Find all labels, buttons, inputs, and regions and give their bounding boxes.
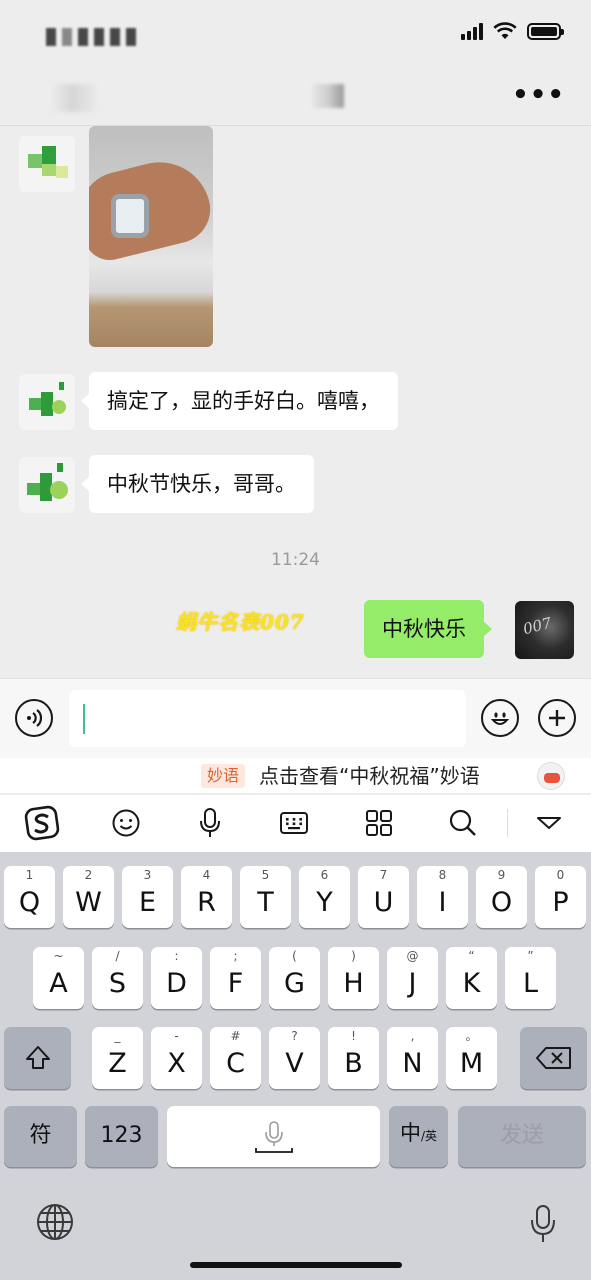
key-h[interactable]: ) H xyxy=(328,947,379,1009)
shift-icon xyxy=(26,1046,50,1069)
contact-avatar[interactable] xyxy=(19,374,75,430)
key-f[interactable]: ; F xyxy=(210,947,261,1009)
toolbar-divider xyxy=(507,809,508,837)
add-attachment-button[interactable] xyxy=(538,699,576,737)
key-c[interactable]: # C xyxy=(210,1027,261,1089)
key-o[interactable]: 9O xyxy=(476,866,527,928)
backspace-icon xyxy=(536,1047,571,1069)
home-indicator xyxy=(190,1262,402,1268)
my-message-bubble[interactable]: 中秋快乐 xyxy=(364,600,492,658)
contact-avatar[interactable] xyxy=(19,136,75,192)
emoji-button[interactable] xyxy=(481,699,519,737)
key-s[interactable]: / S xyxy=(92,947,143,1009)
key-m[interactable]: 。 M xyxy=(446,1027,497,1089)
key-k[interactable]: “K xyxy=(446,947,497,1009)
status-bar xyxy=(0,0,591,70)
shift-key[interactable] xyxy=(4,1027,71,1089)
globe-icon[interactable] xyxy=(35,1202,75,1246)
key-d[interactable]: :D xyxy=(151,947,202,1009)
sender-signature: 蜗牛名表007 xyxy=(176,610,305,634)
voice-space-icon xyxy=(255,1121,293,1153)
chat-header: ••• xyxy=(0,70,591,126)
back-button-blurred[interactable] xyxy=(48,84,96,112)
message-bubble[interactable]: 中秋节快乐，哥哥。 xyxy=(81,455,314,513)
key-u[interactable]: 7U xyxy=(358,866,409,928)
message-input[interactable] xyxy=(69,690,466,747)
symbol-key[interactable]: 符 xyxy=(4,1106,77,1167)
send-key[interactable]: 发送 xyxy=(458,1106,586,1167)
watch-photo xyxy=(111,194,149,238)
message-input-bar xyxy=(0,678,591,758)
backspace-key[interactable] xyxy=(520,1027,587,1089)
search-icon[interactable] xyxy=(443,803,483,843)
key-n[interactable]: ,N xyxy=(387,1027,438,1089)
collapse-icon[interactable] xyxy=(529,803,569,843)
keyboard: 1Q 2W 3E 4R 5T 6Y 7U 8I 9O 0P ~ A / S :D ;… xyxy=(0,852,591,1280)
my-avatar-text: 007 xyxy=(521,613,554,639)
chat-area[interactable]: 搞定了，显的手好白。嘻嘻， 中秋节快乐，哥哥。 11:24 蜗牛名表007 中秋… xyxy=(0,126,591,678)
key-g[interactable]: (G xyxy=(269,947,320,1009)
key-t[interactable]: 5T xyxy=(240,866,291,928)
suggestion-text[interactable]: 点击查看“中秋祝福”妙语 xyxy=(259,762,480,790)
chat-title-blurred xyxy=(312,84,344,108)
status-time-blurred xyxy=(46,28,136,46)
space-key[interactable] xyxy=(167,1106,380,1167)
grid-icon[interactable] xyxy=(359,803,399,843)
battery-icon xyxy=(527,22,564,40)
key-r[interactable]: 4R xyxy=(181,866,232,928)
key-i[interactable]: 8I xyxy=(417,866,468,928)
message-bubble[interactable]: 搞定了，显的手好白。嘻嘻， xyxy=(81,372,398,430)
emoji-icon[interactable] xyxy=(106,803,146,843)
key-q[interactable]: 1Q xyxy=(4,866,55,928)
wifi-icon xyxy=(493,22,517,39)
key-j[interactable]: @ J xyxy=(387,947,438,1009)
language-switch-key[interactable]: 中/英 xyxy=(389,1106,448,1167)
number-key[interactable]: 123 xyxy=(85,1106,158,1167)
key-b[interactable]: ! B xyxy=(328,1027,379,1089)
key-z[interactable]: _ Z xyxy=(92,1027,143,1089)
text-caret xyxy=(83,704,85,734)
key-w[interactable]: 2W xyxy=(63,866,114,928)
key-x[interactable]: -X xyxy=(151,1027,202,1089)
key-e[interactable]: 3E xyxy=(122,866,173,928)
image-message[interactable] xyxy=(89,126,213,347)
sogou-logo-icon[interactable] xyxy=(22,803,62,843)
suggestion-tag: 妙语 xyxy=(201,764,246,788)
plus-icon xyxy=(549,710,565,726)
suggestion-strip[interactable]: 妙语 点击查看“中秋祝福”妙语 xyxy=(0,758,591,794)
key-v[interactable]: ? V xyxy=(269,1027,320,1089)
status-icons xyxy=(461,22,564,40)
contact-avatar[interactable] xyxy=(19,457,75,513)
keyboard-icon[interactable] xyxy=(274,803,314,843)
keyboard-toolbar xyxy=(0,795,591,852)
microphone-icon[interactable] xyxy=(190,803,230,843)
dictation-microphone-icon[interactable] xyxy=(528,1204,558,1248)
key-a[interactable]: ~ A xyxy=(33,947,84,1009)
mascot-icon[interactable] xyxy=(537,762,565,790)
key-l[interactable]: ” L xyxy=(505,947,556,1009)
message-timestamp: 11:24 xyxy=(271,550,320,570)
more-options-button[interactable]: ••• xyxy=(512,80,565,110)
signal-icon xyxy=(461,22,483,40)
key-y[interactable]: 6Y xyxy=(299,866,350,928)
voice-icon xyxy=(27,709,43,727)
smile-icon xyxy=(490,712,510,725)
voice-input-button[interactable] xyxy=(15,699,53,737)
my-avatar[interactable]: 007 xyxy=(515,601,574,659)
key-p[interactable]: 0P xyxy=(535,866,586,928)
